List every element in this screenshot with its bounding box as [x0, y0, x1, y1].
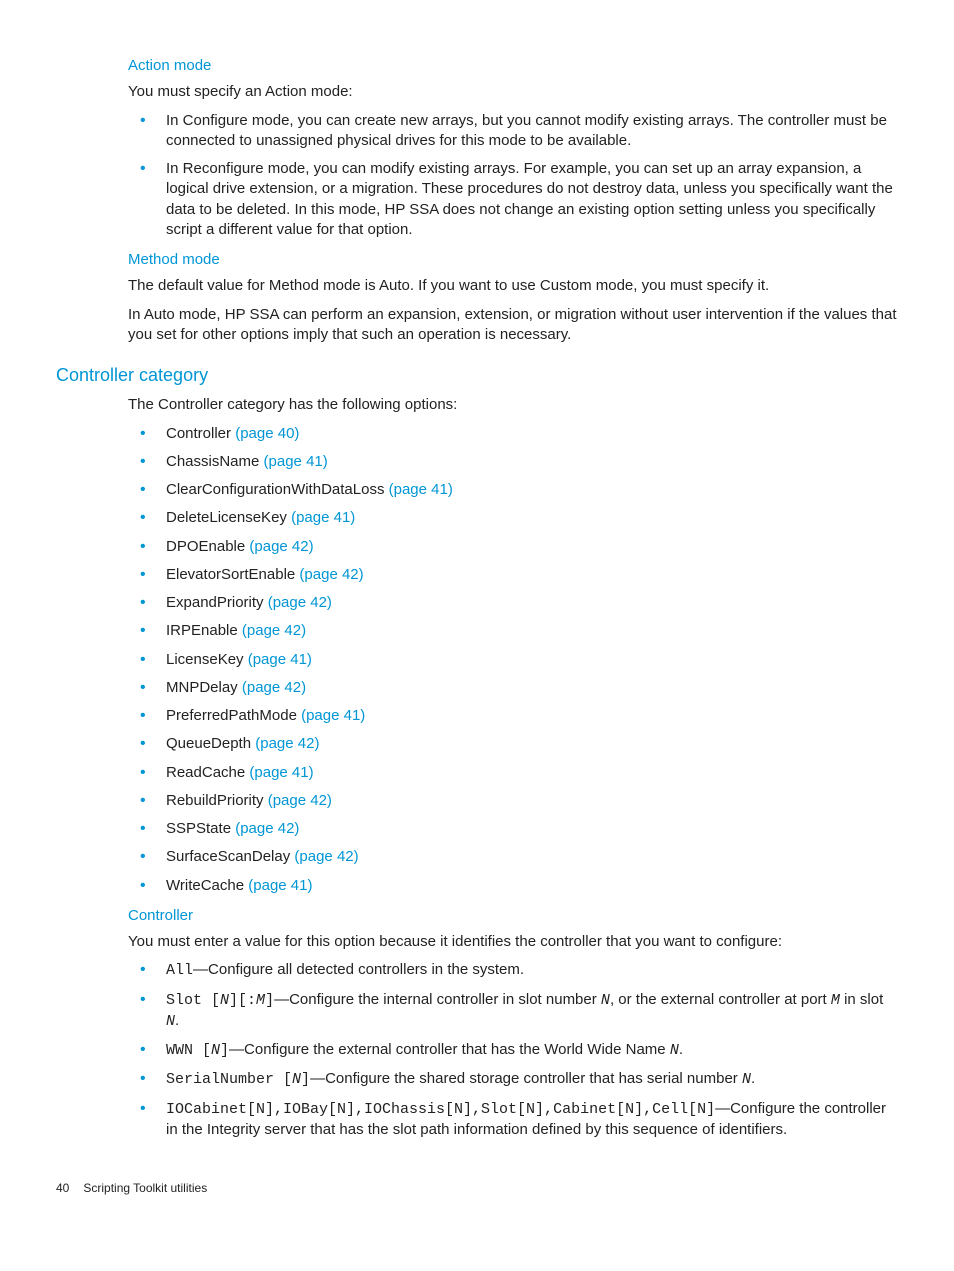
- code-wwn: WWN [N]: [166, 1042, 229, 1059]
- option-name: RebuildPriority: [166, 792, 268, 809]
- list-item: ChassisName (page 41): [128, 452, 898, 472]
- code-all: All: [166, 962, 193, 979]
- footer-title: Scripting Toolkit utilities: [83, 1181, 207, 1195]
- list-item: ClearConfigurationWithDataLoss (page 41): [128, 480, 898, 500]
- option-name: WriteCache: [166, 877, 248, 894]
- list-item: SurfaceScanDelay (page 42): [128, 847, 898, 867]
- text: —Configure the shared storage controller…: [310, 1070, 742, 1087]
- heading-controller: Controller: [128, 906, 898, 926]
- option-name: MNPDelay: [166, 679, 242, 696]
- action-mode-intro: You must specify an Action mode:: [128, 82, 898, 102]
- list-item: ElevatorSortEnable (page 42): [128, 565, 898, 585]
- list-item: Slot [N][:M]—Configure the internal cont…: [128, 990, 898, 1033]
- list-item: Controller (page 40): [128, 424, 898, 444]
- list-item: In Reconfigure mode, you can modify exis…: [128, 159, 898, 240]
- text: .: [751, 1070, 755, 1087]
- list-item: WWN [N]—Configure the external controlle…: [128, 1040, 898, 1061]
- page-link[interactable]: (page 42): [299, 566, 363, 583]
- controller-options-list: Controller (page 40) ChassisName (page 41…: [128, 424, 898, 896]
- option-name: Controller: [166, 425, 235, 442]
- list-item: MNPDelay (page 42): [128, 678, 898, 698]
- option-name: QueueDepth: [166, 735, 255, 752]
- list-item: WriteCache (page 41): [128, 876, 898, 896]
- list-item: IOCabinet[N],IOBay[N],IOChassis[N],Slot[…: [128, 1099, 898, 1141]
- option-name: SurfaceScanDelay: [166, 848, 294, 865]
- list-item: ExpandPriority (page 42): [128, 593, 898, 613]
- page-link[interactable]: (page 42): [255, 735, 319, 752]
- text: , or the external controller at port: [610, 991, 831, 1008]
- page-number: 40: [56, 1181, 69, 1195]
- page-link[interactable]: (page 42): [249, 538, 313, 555]
- page-link[interactable]: (page 42): [268, 792, 332, 809]
- action-mode-list: In Configure mode, you can create new ar…: [128, 111, 898, 241]
- page-link[interactable]: (page 41): [264, 453, 328, 470]
- heading-action-mode: Action mode: [128, 56, 898, 76]
- option-name: ClearConfigurationWithDataLoss: [166, 481, 389, 498]
- option-name: DPOEnable: [166, 538, 249, 555]
- text: .: [679, 1041, 683, 1058]
- list-item: DPOEnable (page 42): [128, 537, 898, 557]
- list-item: QueueDepth (page 42): [128, 734, 898, 754]
- controller-values-list: All—Configure all detected controllers i…: [128, 960, 898, 1140]
- list-item: RebuildPriority (page 42): [128, 791, 898, 811]
- heading-controller-category: Controller category: [56, 363, 898, 387]
- page-footer: 40 Scripting Toolkit utilities: [56, 1180, 898, 1196]
- option-name: ChassisName: [166, 453, 264, 470]
- method-mode-p1: The default value for Method mode is Aut…: [128, 276, 898, 296]
- page-link[interactable]: (page 42): [268, 594, 332, 611]
- text: .: [175, 1012, 179, 1029]
- option-name: SSPState: [166, 820, 235, 837]
- controller-category-intro: The Controller category has the followin…: [128, 395, 898, 415]
- list-item: ReadCache (page 41): [128, 763, 898, 783]
- list-item: IRPEnable (page 42): [128, 621, 898, 641]
- list-item: SSPState (page 42): [128, 819, 898, 839]
- controller-intro: You must enter a value for this option b…: [128, 932, 898, 952]
- text: —Configure the internal controller in sl…: [274, 991, 601, 1008]
- page-link[interactable]: (page 42): [294, 848, 358, 865]
- page-link[interactable]: (page 41): [248, 877, 312, 894]
- option-name: LicenseKey: [166, 651, 248, 668]
- method-mode-p2: In Auto mode, HP SSA can perform an expa…: [128, 305, 898, 346]
- page-link[interactable]: (page 42): [235, 820, 299, 837]
- page-link[interactable]: (page 41): [291, 509, 355, 526]
- list-item: All—Configure all detected controllers i…: [128, 960, 898, 981]
- option-name: PreferredPathMode: [166, 707, 301, 724]
- option-name: IRPEnable: [166, 622, 242, 639]
- option-name: DeleteLicenseKey: [166, 509, 291, 526]
- page-link[interactable]: (page 41): [249, 764, 313, 781]
- code-iocabinet: IOCabinet[N],IOBay[N],IOChassis[N],Slot[…: [166, 1101, 715, 1118]
- text: —Configure the external controller that …: [229, 1041, 670, 1058]
- list-item: DeleteLicenseKey (page 41): [128, 508, 898, 528]
- page-link[interactable]: (page 41): [389, 481, 453, 498]
- page-link[interactable]: (page 41): [248, 651, 312, 668]
- code-slot: Slot [N][:M]: [166, 992, 274, 1009]
- page-link[interactable]: (page 41): [301, 707, 365, 724]
- option-name: ElevatorSortEnable: [166, 566, 299, 583]
- page-link[interactable]: (page 40): [235, 425, 299, 442]
- text: in slot: [840, 991, 883, 1008]
- code-serialnumber: SerialNumber [N]: [166, 1071, 310, 1088]
- option-name: ExpandPriority: [166, 594, 268, 611]
- option-name: ReadCache: [166, 764, 249, 781]
- list-item: PreferredPathMode (page 41): [128, 706, 898, 726]
- list-item: LicenseKey (page 41): [128, 650, 898, 670]
- page-link[interactable]: (page 42): [242, 679, 306, 696]
- heading-method-mode: Method mode: [128, 250, 898, 270]
- list-item: SerialNumber [N]—Configure the shared st…: [128, 1069, 898, 1090]
- page-link[interactable]: (page 42): [242, 622, 306, 639]
- list-item: In Configure mode, you can create new ar…: [128, 111, 898, 152]
- text: —Configure all detected controllers in t…: [193, 961, 524, 978]
